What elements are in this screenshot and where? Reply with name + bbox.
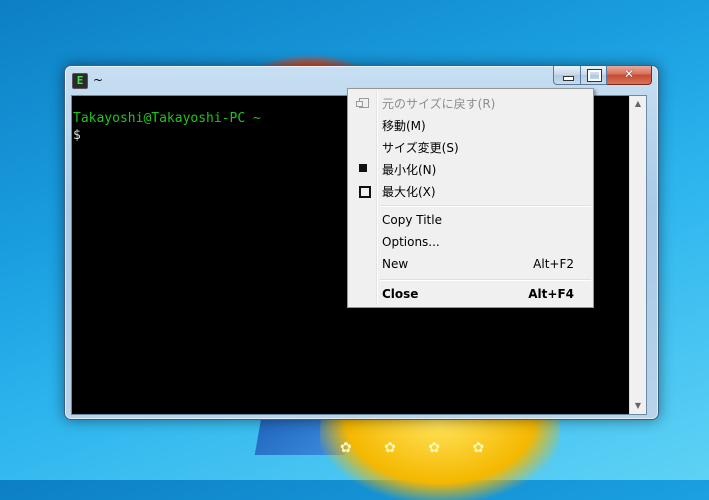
menu-item-resize[interactable]: サイズ変更(S): [350, 135, 591, 157]
menu-item-minimize[interactable]: 最小化(N): [350, 157, 591, 179]
close-icon: ✕: [623, 67, 635, 81]
menu-item-label: 移動(M): [382, 119, 426, 133]
maximize-icon: [359, 186, 371, 198]
menu-item-options[interactable]: Options...: [350, 231, 591, 253]
terminal-input-line: $: [73, 128, 81, 143]
menu-item-label: 最小化(N): [382, 163, 437, 177]
menu-item-new[interactable]: New Alt+F2: [350, 253, 591, 275]
menu-separator: [380, 279, 591, 281]
maximize-button[interactable]: [581, 66, 607, 85]
system-context-menu: 元のサイズに戻す(R) 移動(M) サイズ変更(S) 最小化(N) 最大化(X)…: [347, 88, 594, 308]
menu-item-label: Options...: [382, 235, 440, 249]
maximize-icon: [587, 69, 602, 82]
menu-separator: [380, 205, 591, 207]
close-button[interactable]: ✕: [607, 66, 652, 85]
minimize-button[interactable]: [553, 66, 581, 85]
terminal-prompt-line: Takayoshi@Takayoshi-PC ~: [73, 111, 261, 126]
minimize-icon: [563, 76, 574, 81]
window-title: ~: [93, 73, 104, 87]
menu-item-label: 最大化(X): [382, 185, 436, 199]
menu-item-maximize[interactable]: 最大化(X): [350, 179, 591, 201]
restore-icon: [356, 98, 369, 108]
menu-item-label: 元のサイズに戻す(R): [382, 97, 496, 111]
menu-item-label: Copy Title: [382, 213, 442, 227]
flower-decoration: ✿ ✿ ✿ ✿: [340, 440, 499, 456]
menu-item-label: New: [382, 257, 409, 271]
menu-item-copy-title[interactable]: Copy Title: [350, 209, 591, 231]
terminal-app-icon[interactable]: E: [72, 73, 88, 89]
menu-item-move[interactable]: 移動(M): [350, 113, 591, 135]
menu-item-shortcut: Alt+F2: [533, 257, 574, 271]
menu-item-label: Close: [382, 287, 419, 301]
menu-item-shortcut: Alt+F4: [528, 287, 574, 301]
caption-buttons: ✕: [553, 66, 652, 85]
menu-item-restore[interactable]: 元のサイズに戻す(R): [350, 91, 591, 113]
scroll-up-arrow-icon[interactable]: ▲: [630, 96, 646, 112]
vertical-scrollbar[interactable]: ▲ ▼: [629, 96, 646, 414]
minimize-icon: [359, 164, 367, 172]
menu-item-close[interactable]: Close Alt+F4: [350, 283, 591, 305]
menu-item-label: サイズ変更(S): [382, 141, 459, 155]
scroll-down-arrow-icon[interactable]: ▼: [630, 398, 646, 414]
